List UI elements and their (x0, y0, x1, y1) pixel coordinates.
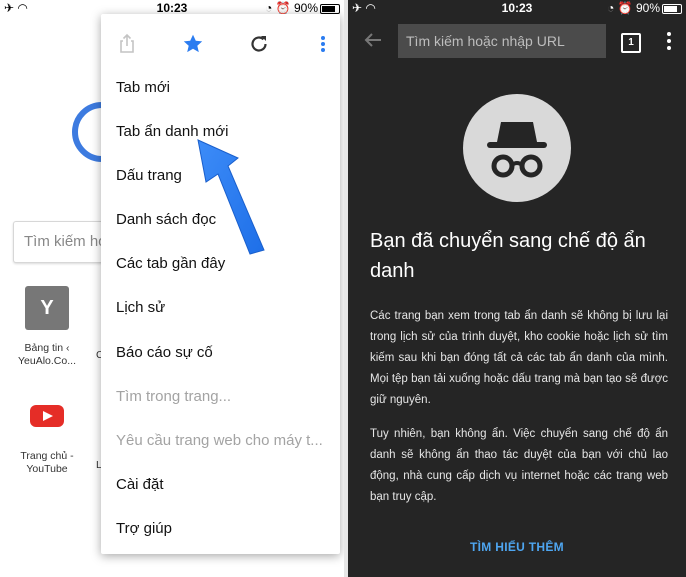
incognito-title: Bạn đã chuyển sang chế độ ẩn danh (370, 230, 646, 282)
battery-percent: 90% (635, 1, 660, 15)
more-vert-icon[interactable] (311, 32, 335, 56)
more-vert-icon[interactable] (665, 31, 673, 51)
back-arrow-icon[interactable] (364, 32, 382, 48)
omnibox-input[interactable]: Tìm kiếm hoặc nhập URL (398, 24, 606, 58)
chrome-overflow-menu: Tab mới Tab ẩn danh mới Dấu trang Danh s… (101, 14, 340, 554)
youtube-icon (25, 394, 69, 438)
menu-item-history[interactable]: Lịch sử (116, 299, 165, 316)
battery-icon (320, 3, 340, 14)
menu-item-find-in-page: Tìm trong trang... (116, 388, 232, 405)
incognito-icon (463, 94, 571, 202)
search-placeholder: Tìm kiếm ho (24, 233, 107, 250)
left-screenshot: ✈ ◠ 10:23 ◔ ⏰ 90% Tìm kiếm ho Y Bảng tin… (0, 0, 344, 577)
tab-switcher-button[interactable]: 1 (621, 33, 641, 53)
pointer-arrow-icon (197, 139, 265, 255)
status-right: ◔ ⏰ 90% (265, 1, 340, 15)
tile-letter-icon: Y (25, 286, 69, 330)
status-bar: ✈ ◠ 10:23 ◔ ⏰ 90% (348, 0, 686, 16)
menu-item-request-desktop-site: Yêu cầu trang web cho máy t... (116, 432, 323, 449)
menu-item-new-tab[interactable]: Tab mới (116, 79, 170, 96)
most-visited-tile[interactable]: Trang chủ - YouTube (12, 394, 82, 476)
learn-more-link[interactable]: TÌM HIỂU THÊM (348, 540, 686, 554)
incognito-description: Các trang bạn xem trong tab ẩn danh sẽ k… (370, 310, 668, 406)
menu-item-recent-tabs[interactable]: Các tab gần đây (116, 255, 225, 272)
share-icon[interactable] (115, 32, 139, 56)
battery-percent: 90% (293, 1, 318, 15)
battery-icon (662, 3, 682, 14)
most-visited-tile[interactable]: Y Bảng tin ‹ YeuAlo.Co... (12, 286, 82, 368)
tile-caption: Bảng tin ‹ YeuAlo.Co... (18, 342, 76, 367)
status-right: ◔ ⏰ 90% (607, 1, 682, 15)
menu-item-bookmarks[interactable]: Dấu trang (116, 167, 182, 184)
tile-caption: Trang chủ - YouTube (20, 450, 74, 475)
incognito-warning: Tuy nhiên, bạn không ẩn. Việc chuyển san… (370, 428, 668, 503)
menu-icon-row (101, 32, 340, 58)
menu-item-settings[interactable]: Cài đặt (116, 476, 164, 493)
omnibox-placeholder: Tìm kiếm hoặc nhập URL (406, 33, 565, 49)
menu-item-report-issue[interactable]: Báo cáo sự cố (116, 344, 213, 361)
menu-item-help[interactable]: Trợ giúp (116, 520, 172, 537)
star-icon[interactable] (181, 32, 205, 56)
right-screenshot: ✈ ◠ 10:23 ◔ ⏰ 90% Tìm kiếm hoặc nhập URL… (348, 0, 686, 577)
reload-icon[interactable] (247, 32, 271, 56)
